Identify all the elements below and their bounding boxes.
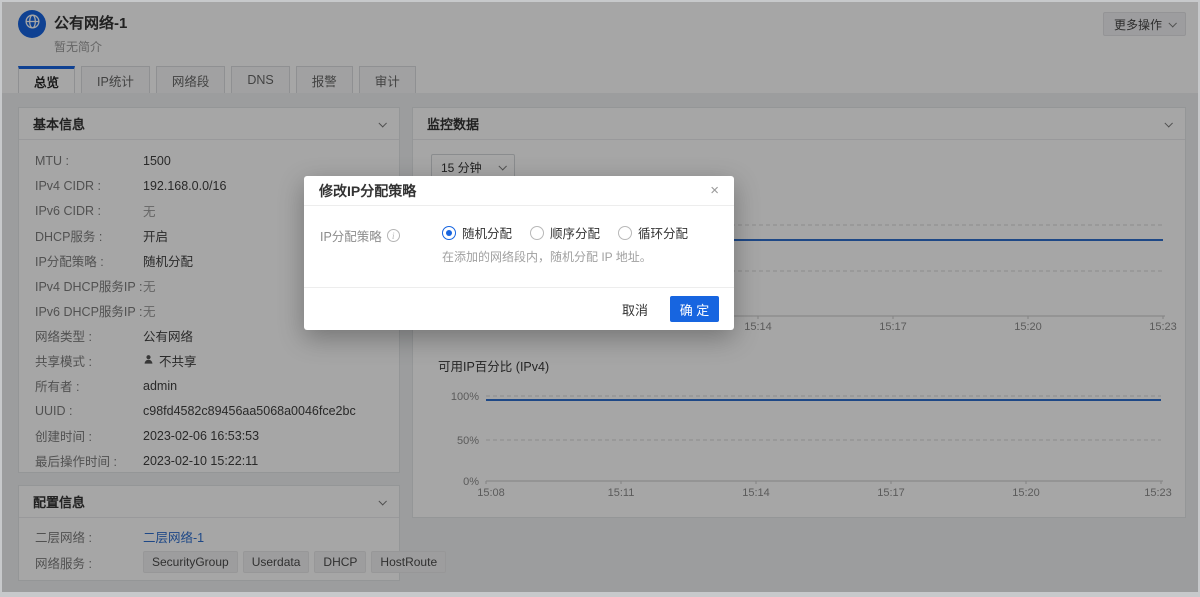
- radio-selected-icon: [442, 225, 456, 240]
- dialog-header: 修改IP分配策略 ×: [304, 176, 734, 206]
- ip-policy-radio-group: 随机分配 顺序分配 循环分配: [442, 223, 688, 242]
- radio-unselected-icon: [530, 225, 545, 240]
- radio-round-robin-allocation[interactable]: 循环分配: [618, 223, 688, 242]
- edit-ip-policy-dialog: 修改IP分配策略 × IP分配策略 i 随机分配 顺序分配 循环分配 在添加的网…: [304, 176, 734, 330]
- dialog-body: IP分配策略 i 随机分配 顺序分配 循环分配 在添加的网络段内，随机分配 IP…: [304, 206, 734, 287]
- app-window: 公有网络-1 暂无简介 更多操作 总览 IP统计 网络段 DNS 报警 审计 基…: [0, 0, 1200, 597]
- dialog-footer: 取消 确 定: [304, 287, 734, 330]
- radio-random-allocation[interactable]: 随机分配: [442, 223, 512, 242]
- radio-sequential-allocation[interactable]: 顺序分配: [530, 223, 600, 242]
- info-circle-icon[interactable]: i: [386, 229, 400, 242]
- ip-policy-field-label: IP分配策略 i: [320, 226, 400, 245]
- network-detail-page: 公有网络-1 暂无简介 更多操作 总览 IP统计 网络段 DNS 报警 审计 基…: [2, 2, 1198, 592]
- close-icon[interactable]: ×: [710, 183, 719, 198]
- ip-policy-helper-text: 在添加的网络段内，随机分配 IP 地址。: [442, 250, 652, 264]
- confirm-button[interactable]: 确 定: [670, 296, 719, 322]
- dialog-title: 修改IP分配策略: [319, 182, 417, 199]
- radio-unselected-icon: [618, 225, 633, 240]
- cancel-button[interactable]: 取消: [614, 296, 656, 323]
